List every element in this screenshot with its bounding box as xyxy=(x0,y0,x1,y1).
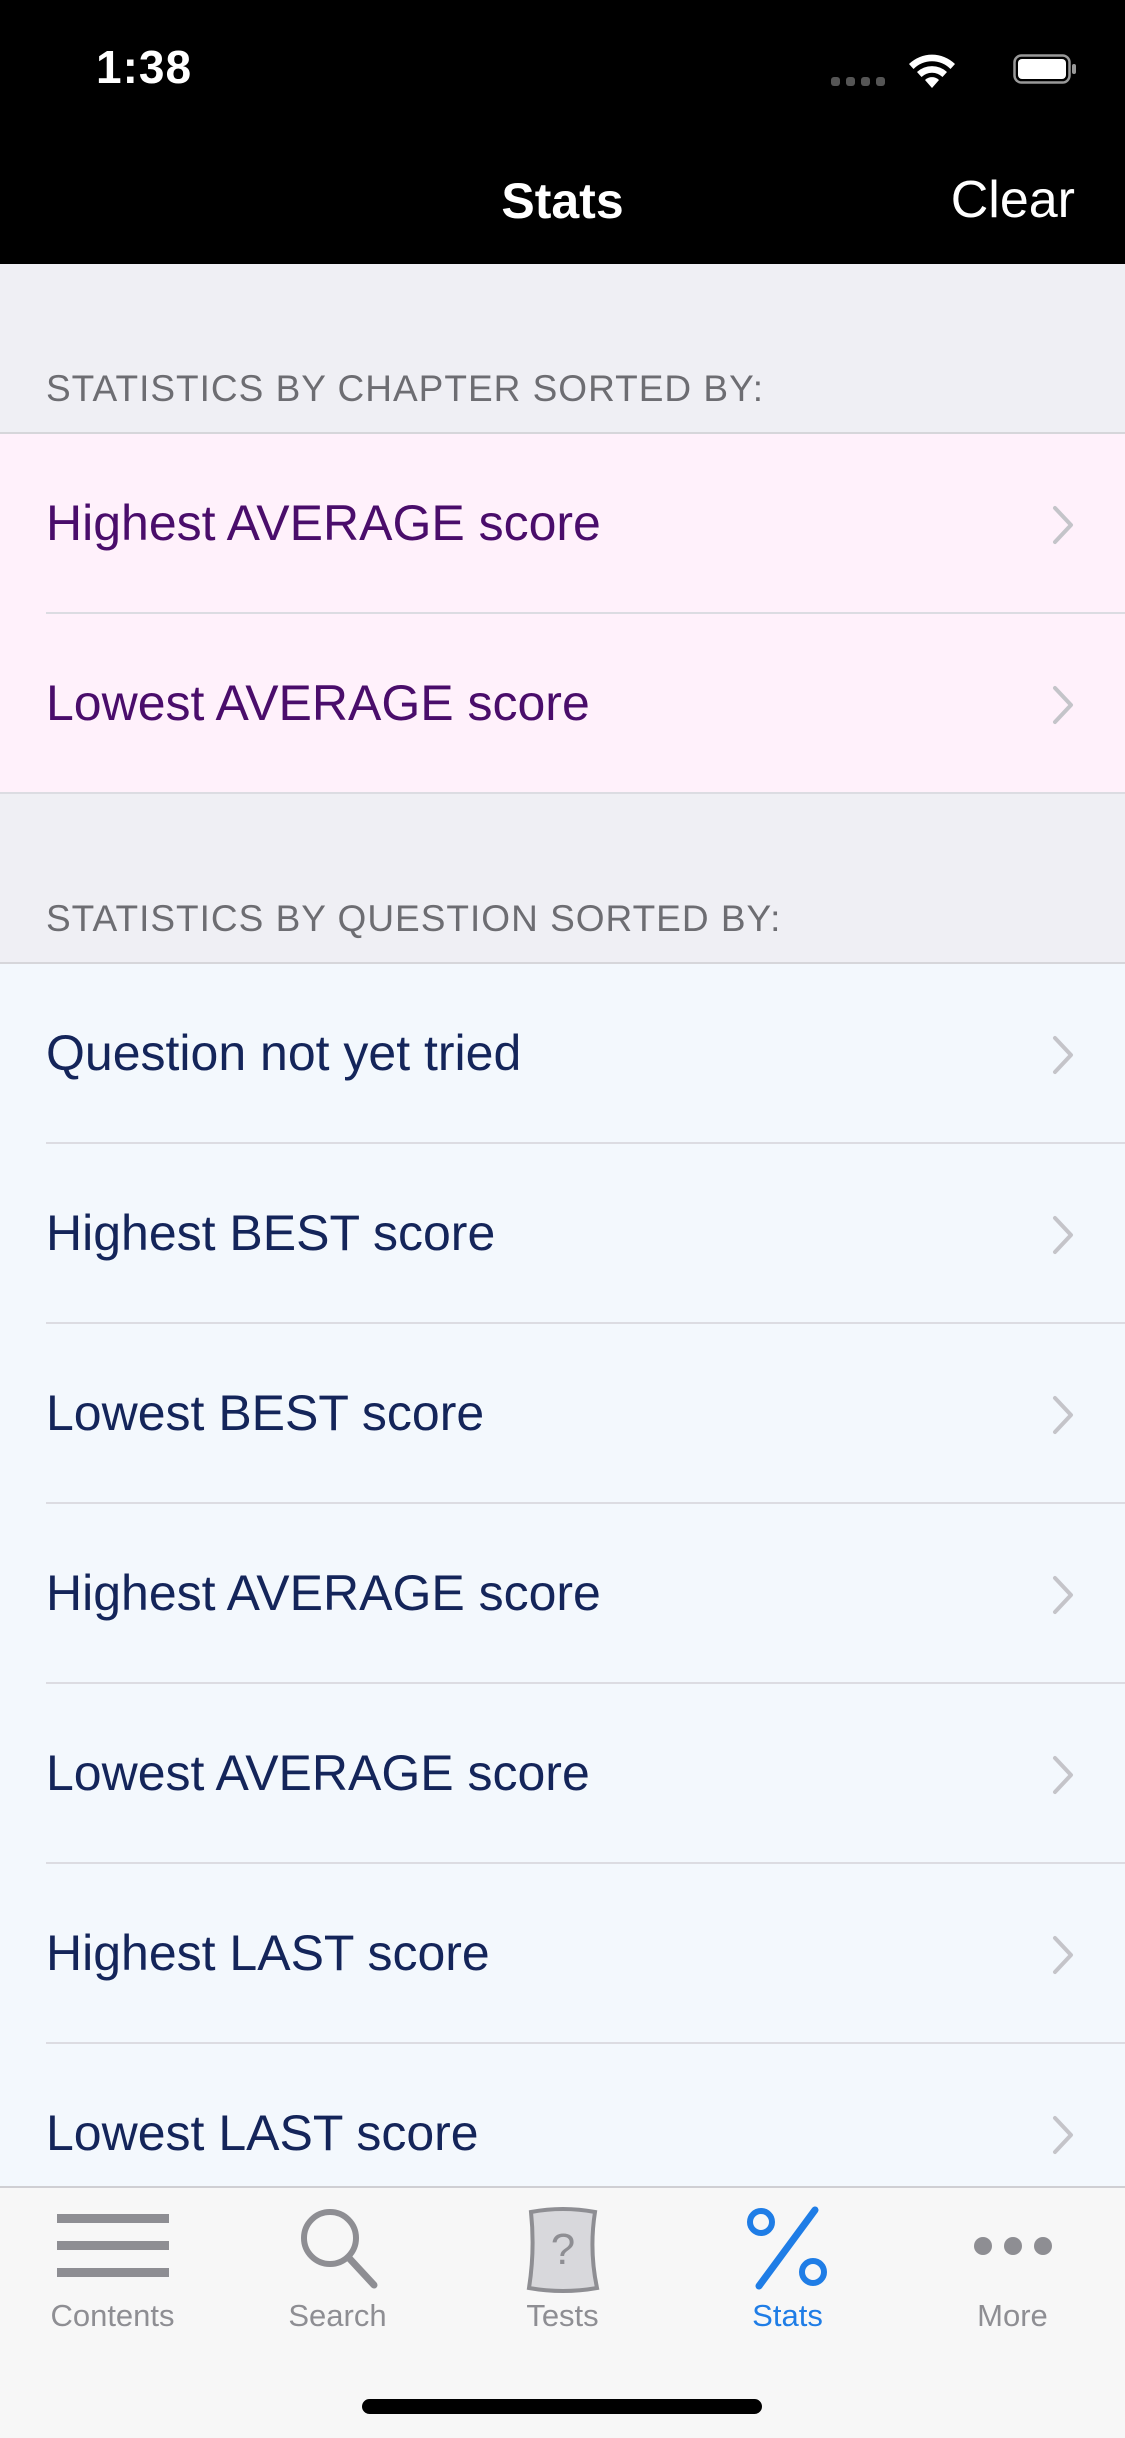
chevron-right-icon xyxy=(1053,686,1073,724)
list-item-question-lowest-average[interactable]: Lowest AVERAGE score xyxy=(0,1684,1125,1864)
more-icon xyxy=(973,2237,1052,2255)
cellular-signal-icon xyxy=(831,74,887,86)
row-label: Lowest AVERAGE score xyxy=(46,675,590,731)
clear-button[interactable]: Clear xyxy=(951,170,1075,230)
tab-contents[interactable]: Contents xyxy=(0,2188,225,2388)
tab-label: Stats xyxy=(752,2298,823,2333)
list-item-question-not-tried[interactable]: Question not yet tried xyxy=(0,964,1125,1144)
list-icon xyxy=(56,2214,169,2277)
tab-label: Contents xyxy=(50,2298,175,2333)
chevron-right-icon xyxy=(1053,2116,1073,2154)
tab-label: More xyxy=(977,2298,1048,2333)
chevron-right-icon xyxy=(1053,506,1073,544)
stats-list[interactable]: STATISTICS BY CHAPTER SORTED BY: Highest… xyxy=(0,264,1125,2186)
list-item-chapter-highest-average[interactable]: Highest AVERAGE score xyxy=(0,434,1125,614)
list-item-chapter-lowest-average[interactable]: Lowest AVERAGE score xyxy=(0,614,1125,794)
list-item-question-lowest-best[interactable]: Lowest BEST score xyxy=(0,1324,1125,1504)
percent-icon xyxy=(746,2206,827,2290)
question-page-icon: ? xyxy=(526,2207,599,2293)
row-label: Lowest LAST score xyxy=(46,2105,479,2161)
row-label: Question not yet tried xyxy=(46,1025,522,1081)
tab-label: Tests xyxy=(526,2298,599,2333)
section-header-label: STATISTICS BY QUESTION SORTED BY: xyxy=(46,898,782,939)
list-item-question-highest-best[interactable]: Highest BEST score xyxy=(0,1144,1125,1324)
chevron-right-icon xyxy=(1053,1396,1073,1434)
chevron-right-icon xyxy=(1053,1576,1073,1614)
wifi-icon xyxy=(909,54,955,88)
section-header-label: STATISTICS BY CHAPTER SORTED BY: xyxy=(46,368,765,409)
section-header-question: STATISTICS BY QUESTION SORTED BY: xyxy=(0,794,1125,964)
tab-label: Search xyxy=(288,2298,387,2333)
section-header-chapter: STATISTICS BY CHAPTER SORTED BY: xyxy=(0,264,1125,434)
row-label: Lowest AVERAGE score xyxy=(46,1745,590,1801)
list-item-question-lowest-last[interactable]: Lowest LAST score xyxy=(0,2044,1125,2186)
list-item-question-highest-last[interactable]: Highest LAST score xyxy=(0,1864,1125,2044)
status-icons xyxy=(817,48,1077,88)
status-bar: 1:38 xyxy=(0,0,1125,132)
row-label: Lowest BEST score xyxy=(46,1385,485,1441)
chevron-right-icon xyxy=(1053,1216,1073,1254)
tab-more[interactable]: More xyxy=(900,2188,1125,2388)
tab-tests[interactable]: ? Tests xyxy=(450,2188,675,2388)
row-label: Highest LAST score xyxy=(46,1925,490,1981)
svg-text:?: ? xyxy=(550,2225,574,2274)
list-item-question-highest-average[interactable]: Highest AVERAGE score xyxy=(0,1504,1125,1684)
chevron-right-icon xyxy=(1053,1936,1073,1974)
status-time: 1:38 xyxy=(96,41,193,93)
search-icon xyxy=(300,2209,377,2289)
chevron-right-icon xyxy=(1053,1036,1073,1074)
chevron-right-icon xyxy=(1053,1756,1073,1794)
home-indicator[interactable] xyxy=(362,2399,762,2414)
tab-search[interactable]: Search xyxy=(225,2188,450,2388)
row-label: Highest AVERAGE score xyxy=(46,495,601,551)
battery-icon xyxy=(1013,54,1076,84)
row-label: Highest AVERAGE score xyxy=(46,1565,601,1621)
tab-stats[interactable]: Stats xyxy=(675,2188,900,2388)
row-label: Highest BEST score xyxy=(46,1205,496,1261)
navigation-bar: Stats Clear xyxy=(0,132,1125,264)
